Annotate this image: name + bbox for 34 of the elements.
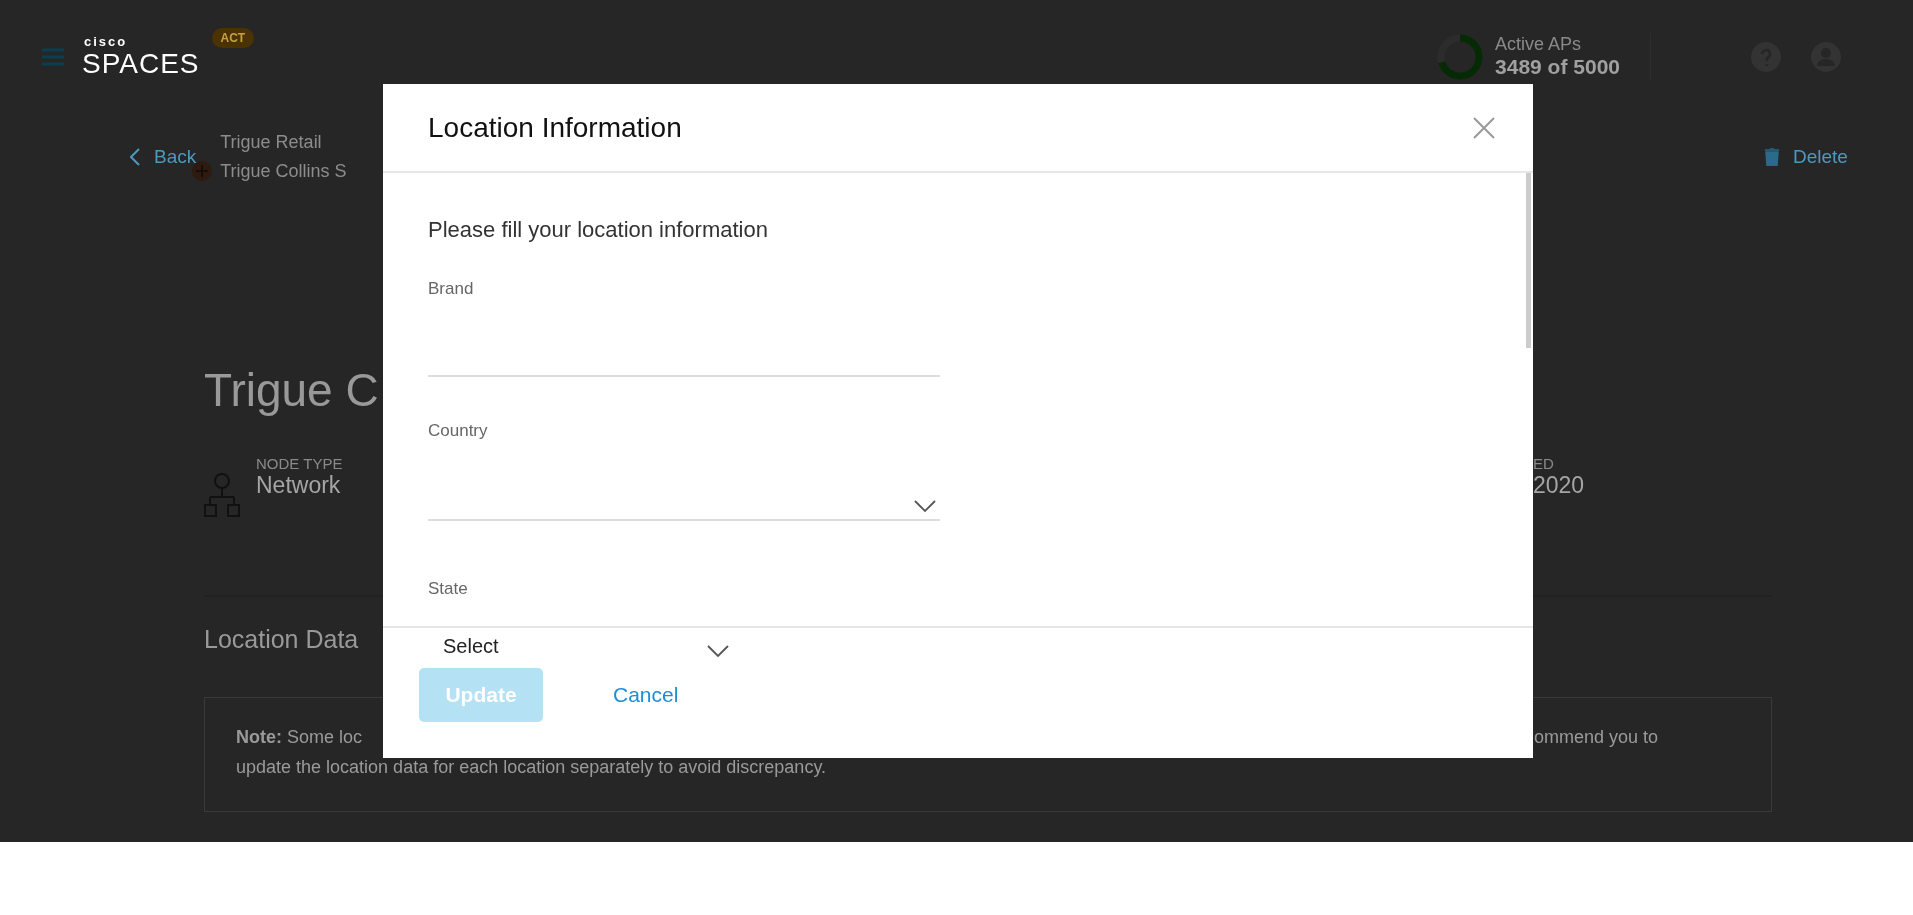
close-button[interactable] <box>1473 116 1495 139</box>
donut-meter <box>1437 33 1484 80</box>
note-text: ommend you to <box>1534 726 1660 749</box>
location-icon <box>192 161 213 181</box>
meter-label: Active APs <box>1495 34 1583 55</box>
breadcrumb-current: Trigue Collins S <box>220 160 347 182</box>
cancel-button[interactable]: Cancel <box>605 668 687 722</box>
modal-title: Location Information <box>428 111 682 144</box>
chevron-down-icon <box>707 645 729 658</box>
field-label: NODE TYPE <box>256 455 343 472</box>
note-text: update the location data for each location separately to avoid discrepancy. <box>236 757 827 777</box>
logo-text: cisco <box>84 34 129 49</box>
chevron-down-icon <box>914 500 936 513</box>
field-value: Network <box>256 472 342 499</box>
delete-link[interactable]: Delete <box>1765 145 1848 168</box>
location-title: Trigue C <box>204 364 379 416</box>
select-field[interactable]: Select <box>443 630 733 664</box>
logo: SPACES <box>82 49 200 79</box>
chevron-left-icon <box>130 147 140 166</box>
status-badge: ACT <box>211 28 255 48</box>
back-link[interactable]: Back <box>130 145 197 168</box>
field-label: ED <box>1533 455 1555 472</box>
meter-value: 3489 of 5000 <box>1495 55 1620 79</box>
menu-icon[interactable] <box>42 47 64 66</box>
trash-icon <box>1765 147 1779 166</box>
form-intro: Please fill your location information <box>428 217 769 243</box>
field-value: 2020 <box>1533 472 1585 499</box>
breadcrumb-parent[interactable]: Trigue Retail <box>220 131 347 153</box>
field-label: Country <box>428 421 489 441</box>
scrollbar-thumb[interactable] <box>1526 173 1531 348</box>
field-label: State <box>428 579 469 599</box>
note-text: Note: Some loc <box>236 726 364 749</box>
field-label: Brand <box>428 279 475 299</box>
section-title: Location Data <box>204 625 359 653</box>
